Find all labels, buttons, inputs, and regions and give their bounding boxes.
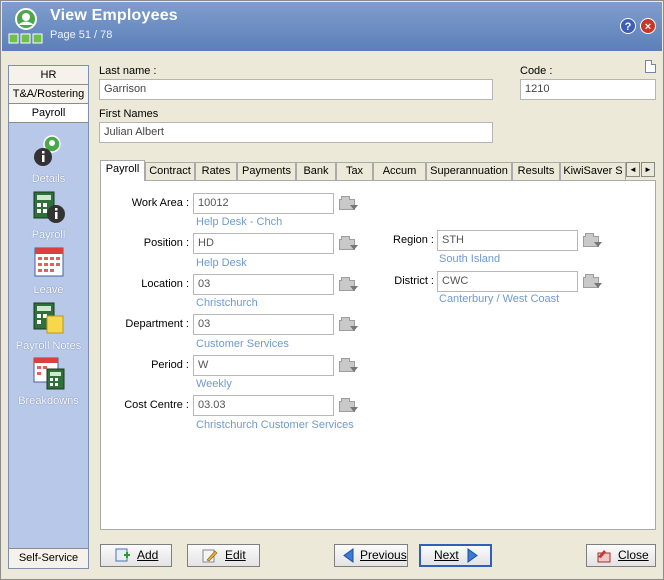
nav-item-leave[interactable]: Leave: [9, 245, 88, 296]
region-field[interactable]: STH: [437, 230, 578, 251]
location-description: Christchurch: [196, 297, 258, 309]
tab-accum[interactable]: Accum: [373, 162, 426, 180]
tab-tax[interactable]: Tax: [336, 162, 373, 180]
close-button-label: Close: [618, 548, 649, 562]
arrow-right-icon: [467, 548, 478, 563]
tab-payroll[interactable]: Payroll: [100, 160, 145, 181]
nav-item-label: Breakdowns: [18, 395, 79, 407]
cost-centre-label: Cost Centre :: [124, 399, 189, 411]
last-name-field[interactable]: Garrison: [99, 79, 493, 100]
folder-lookup-icon[interactable]: [339, 236, 358, 251]
folder-lookup-icon[interactable]: [583, 233, 602, 248]
nav-item-label: Details: [31, 173, 66, 185]
first-names-field[interactable]: Julian Albert: [99, 122, 493, 143]
arrow-left-icon: [343, 548, 354, 563]
window-title: View Employees: [50, 7, 178, 24]
district-description: Canterbury / West Coast: [439, 293, 560, 305]
position-field[interactable]: HD: [193, 233, 334, 254]
folder-lookup-icon[interactable]: [339, 277, 358, 292]
region-description: South Island: [439, 253, 501, 265]
next-button-label: Next: [434, 548, 459, 562]
period-label: Period :: [151, 359, 189, 371]
document-icon[interactable]: [645, 60, 656, 73]
department-field[interactable]: 03: [193, 314, 334, 335]
tab-contract[interactable]: Contract: [145, 162, 195, 180]
work-area-label: Work Area :: [131, 197, 189, 209]
page-indicator: Page 51 / 78: [50, 29, 113, 41]
nav-item-payroll[interactable]: Payroll: [9, 190, 88, 241]
work-area-field[interactable]: 10012: [193, 193, 334, 214]
calculator-info-icon: [33, 191, 65, 223]
close-icon[interactable]: ×: [640, 18, 656, 34]
code-label: Code :: [520, 65, 553, 77]
edit-button-label: Edit: [225, 548, 246, 562]
left-navigation: HR T&A/Rostering Payroll Details Payroll…: [8, 65, 89, 569]
tab-rates[interactable]: Rates: [195, 162, 237, 180]
cost-centre-description: Christchurch Customer Services: [196, 419, 354, 431]
nav-item-details[interactable]: Details: [9, 134, 88, 185]
last-name-label: Last name :: [99, 65, 157, 77]
code-field[interactable]: 1210: [520, 79, 656, 100]
nav-tab-hr[interactable]: HR: [9, 66, 88, 85]
close-door-icon: [597, 550, 611, 563]
nav-item-breakdowns[interactable]: Breakdowns: [9, 356, 88, 407]
add-button[interactable]: Add: [100, 544, 172, 567]
view-employees-window: View Employees Page 51 / 78 ? × HR T&A/R…: [0, 0, 664, 580]
folder-lookup-icon[interactable]: [339, 358, 358, 373]
payroll-panel: Work Area : 10012 Help Desk - Chch Posit…: [100, 180, 656, 530]
tab-scroll-right-icon[interactable]: ►: [641, 162, 655, 177]
nav-tab-ta-rostering[interactable]: T&A/Rostering: [9, 85, 88, 104]
user-details-icon: [33, 135, 61, 166]
tab-superannuation[interactable]: Superannuation: [426, 162, 512, 180]
tab-kiwisaver[interactable]: KiwiSaver S: [560, 162, 626, 180]
folder-lookup-icon[interactable]: [583, 274, 602, 289]
period-description: Weekly: [196, 378, 232, 390]
nav-item-label: Leave: [33, 284, 64, 296]
nav-tab-self-service[interactable]: Self-Service: [9, 548, 88, 568]
edit-pencil-icon: [202, 549, 218, 563]
add-record-icon: [115, 548, 130, 562]
nav-item-label: Payroll Notes: [15, 340, 82, 352]
region-label: Region :: [393, 234, 434, 246]
period-field[interactable]: W: [193, 355, 334, 376]
calendar-calculator-icon: [33, 357, 64, 390]
department-description: Customer Services: [196, 338, 289, 350]
nav-item-label: Payroll: [31, 229, 66, 241]
first-names-label: First Names: [99, 108, 159, 120]
tab-bank[interactable]: Bank: [296, 162, 336, 180]
position-label: Position :: [143, 237, 189, 249]
department-label: Department :: [125, 318, 189, 330]
employees-app-icon: [8, 8, 43, 44]
help-icon[interactable]: ?: [620, 18, 636, 34]
calculator-note-icon: [33, 302, 63, 334]
folder-lookup-icon[interactable]: [339, 398, 358, 413]
previous-button-label: Previous: [360, 548, 407, 562]
close-button[interactable]: Close: [586, 544, 656, 567]
folder-lookup-icon[interactable]: [339, 317, 358, 332]
work-area-description: Help Desk - Chch: [196, 216, 283, 228]
location-label: Location :: [141, 278, 189, 290]
folder-lookup-icon[interactable]: [339, 196, 358, 211]
nav-item-payroll-notes[interactable]: Payroll Notes: [9, 301, 88, 352]
tab-payments[interactable]: Payments: [237, 162, 296, 180]
tab-results[interactable]: Results: [512, 162, 560, 180]
cost-centre-field[interactable]: 03.03: [193, 395, 334, 416]
edit-button[interactable]: Edit: [187, 544, 260, 567]
tab-scroll-left-icon[interactable]: ◄: [626, 162, 640, 177]
district-field[interactable]: CWC: [437, 271, 578, 292]
detail-tabs: Payroll Contract Rates Payments Bank Tax…: [100, 160, 656, 181]
previous-button[interactable]: Previous: [334, 544, 408, 567]
nav-tab-payroll[interactable]: Payroll: [9, 104, 88, 123]
next-button[interactable]: Next: [419, 544, 492, 567]
location-field[interactable]: 03: [193, 274, 334, 295]
position-description: Help Desk: [196, 257, 247, 269]
calendar-icon: [34, 247, 63, 277]
add-button-label: Add: [137, 548, 159, 562]
district-label: District :: [394, 275, 434, 287]
title-bar: View Employees Page 51 / 78 ? ×: [2, 2, 662, 51]
